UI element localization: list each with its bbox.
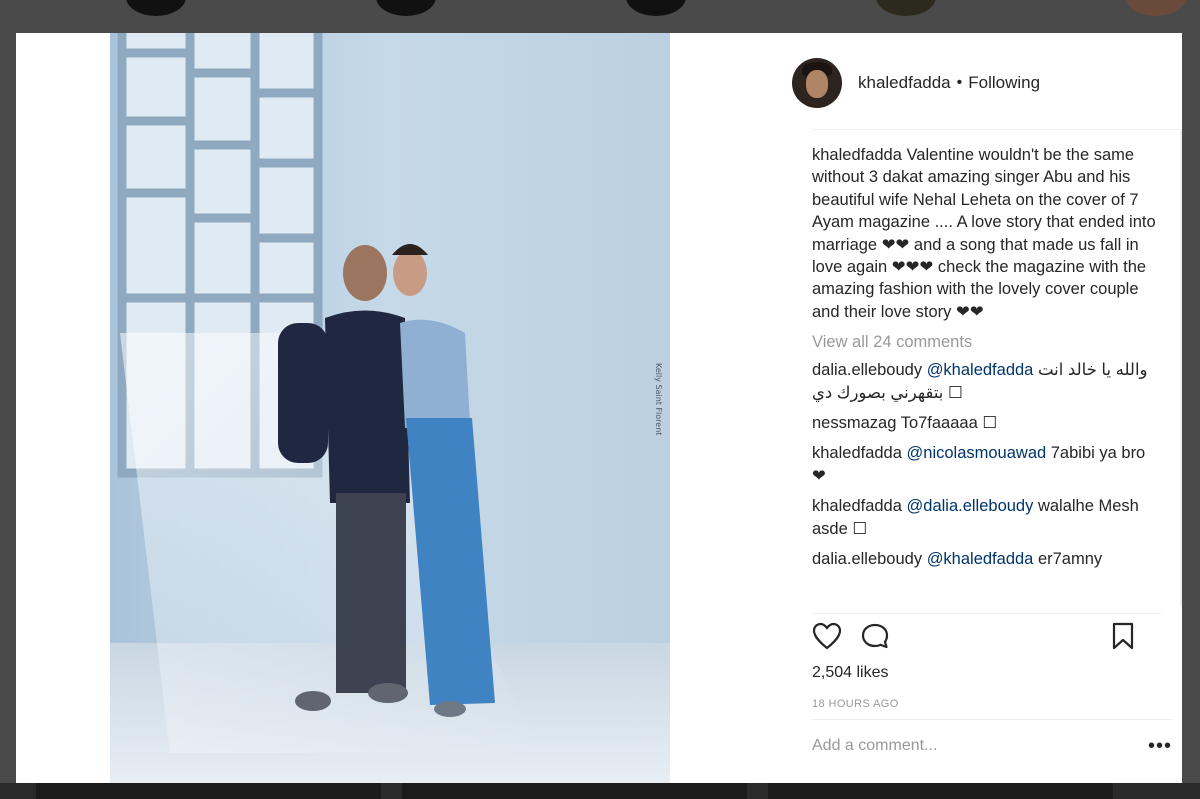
story-avatar[interactable]	[126, 0, 186, 16]
comments-panel[interactable]: khaledfadda Valentine wouldn't be the sa…	[812, 129, 1182, 607]
post-author-username[interactable]: khaledfadda	[858, 73, 951, 93]
comment-bubble-icon[interactable]	[860, 622, 892, 652]
comment-text: er7amny	[1033, 550, 1103, 569]
add-comment-bar: Add a comment... •••	[812, 719, 1172, 771]
view-all-comments-link[interactable]: View all 24 comments	[812, 331, 1162, 353]
comment-mention[interactable]: @khaledfadda	[927, 361, 1034, 379]
post-caption: khaledfadda Valentine wouldn't be the sa…	[812, 144, 1162, 323]
feed-thumbnail[interactable]	[402, 783, 747, 799]
story-avatar[interactable]	[376, 0, 436, 16]
comment-username[interactable]: khaledfadda	[812, 497, 902, 515]
like-count[interactable]: 2,504 likes	[812, 664, 1162, 682]
post-header: khaledfadda • Following	[792, 53, 1172, 113]
scroll-down-arrow-icon[interactable]: ▼	[1180, 590, 1182, 607]
heart-icon[interactable]	[812, 622, 844, 652]
comment-username[interactable]: khaledfadda	[812, 444, 902, 462]
post-timestamp[interactable]: 18 HOURS AGO	[812, 698, 1162, 710]
comment-username[interactable]: dalia.elleboudy	[812, 361, 922, 379]
comment-item: dalia.elleboudy @khaledfadda والله يا خا…	[812, 359, 1162, 404]
comment-item: khaledfadda @dalia.elleboudy walalhe Mes…	[812, 495, 1162, 540]
post-sidebar: khaledfadda • Following khaledfadda Vale…	[792, 33, 1182, 783]
comments-scrollbar[interactable]: ▲ ▼	[1180, 130, 1182, 607]
post-actions: 2,504 likes 18 HOURS AGO	[812, 613, 1162, 710]
avatar[interactable]	[792, 58, 842, 108]
story-avatar[interactable]	[1126, 0, 1186, 16]
comment-item: nessmazag To7faaaaa ☐	[812, 412, 1162, 434]
photo-credit: Kelly Saint Florent	[654, 363, 663, 435]
post-photo[interactable]: Kelly Saint Florent	[110, 33, 670, 783]
comment-mention[interactable]: @khaledfadda	[927, 550, 1034, 568]
post-photo-illustration: Kelly Saint Florent	[110, 33, 670, 783]
caption-text: Valentine wouldn't be the same without 3…	[812, 146, 1156, 321]
add-comment-input[interactable]: Add a comment...	[812, 737, 937, 755]
feed-thumbnail[interactable]	[36, 783, 381, 799]
feed-thumbnail[interactable]	[768, 783, 1113, 799]
feed-background-bottom	[0, 783, 1200, 799]
post-modal: Kelly Saint Florent khaledfadda • Follow…	[16, 33, 1182, 783]
bookmark-icon[interactable]	[1110, 622, 1142, 652]
more-options-icon[interactable]: •••	[1148, 736, 1172, 756]
comment-item: dalia.elleboudy @khaledfadda er7amny	[812, 548, 1162, 570]
story-avatar[interactable]	[626, 0, 686, 16]
comment-mention[interactable]: @dalia.elleboudy	[907, 497, 1034, 515]
follow-status-button[interactable]: Following	[968, 73, 1040, 93]
story-avatar[interactable]	[876, 0, 936, 16]
caption-username[interactable]: khaledfadda	[812, 146, 902, 164]
scroll-up-arrow-icon[interactable]: ▲	[1180, 140, 1182, 158]
comment-username[interactable]: nessmazag	[812, 414, 896, 432]
feed-background-top	[0, 0, 1200, 33]
header-separator: •	[956, 74, 963, 91]
comment-username[interactable]: dalia.elleboudy	[812, 550, 922, 568]
comment-item: khaledfadda @nicolasmouawad 7abibi ya br…	[812, 442, 1162, 487]
comment-text: To7faaaaa ☐	[900, 414, 998, 433]
comment-mention[interactable]: @nicolasmouawad	[907, 444, 1047, 462]
